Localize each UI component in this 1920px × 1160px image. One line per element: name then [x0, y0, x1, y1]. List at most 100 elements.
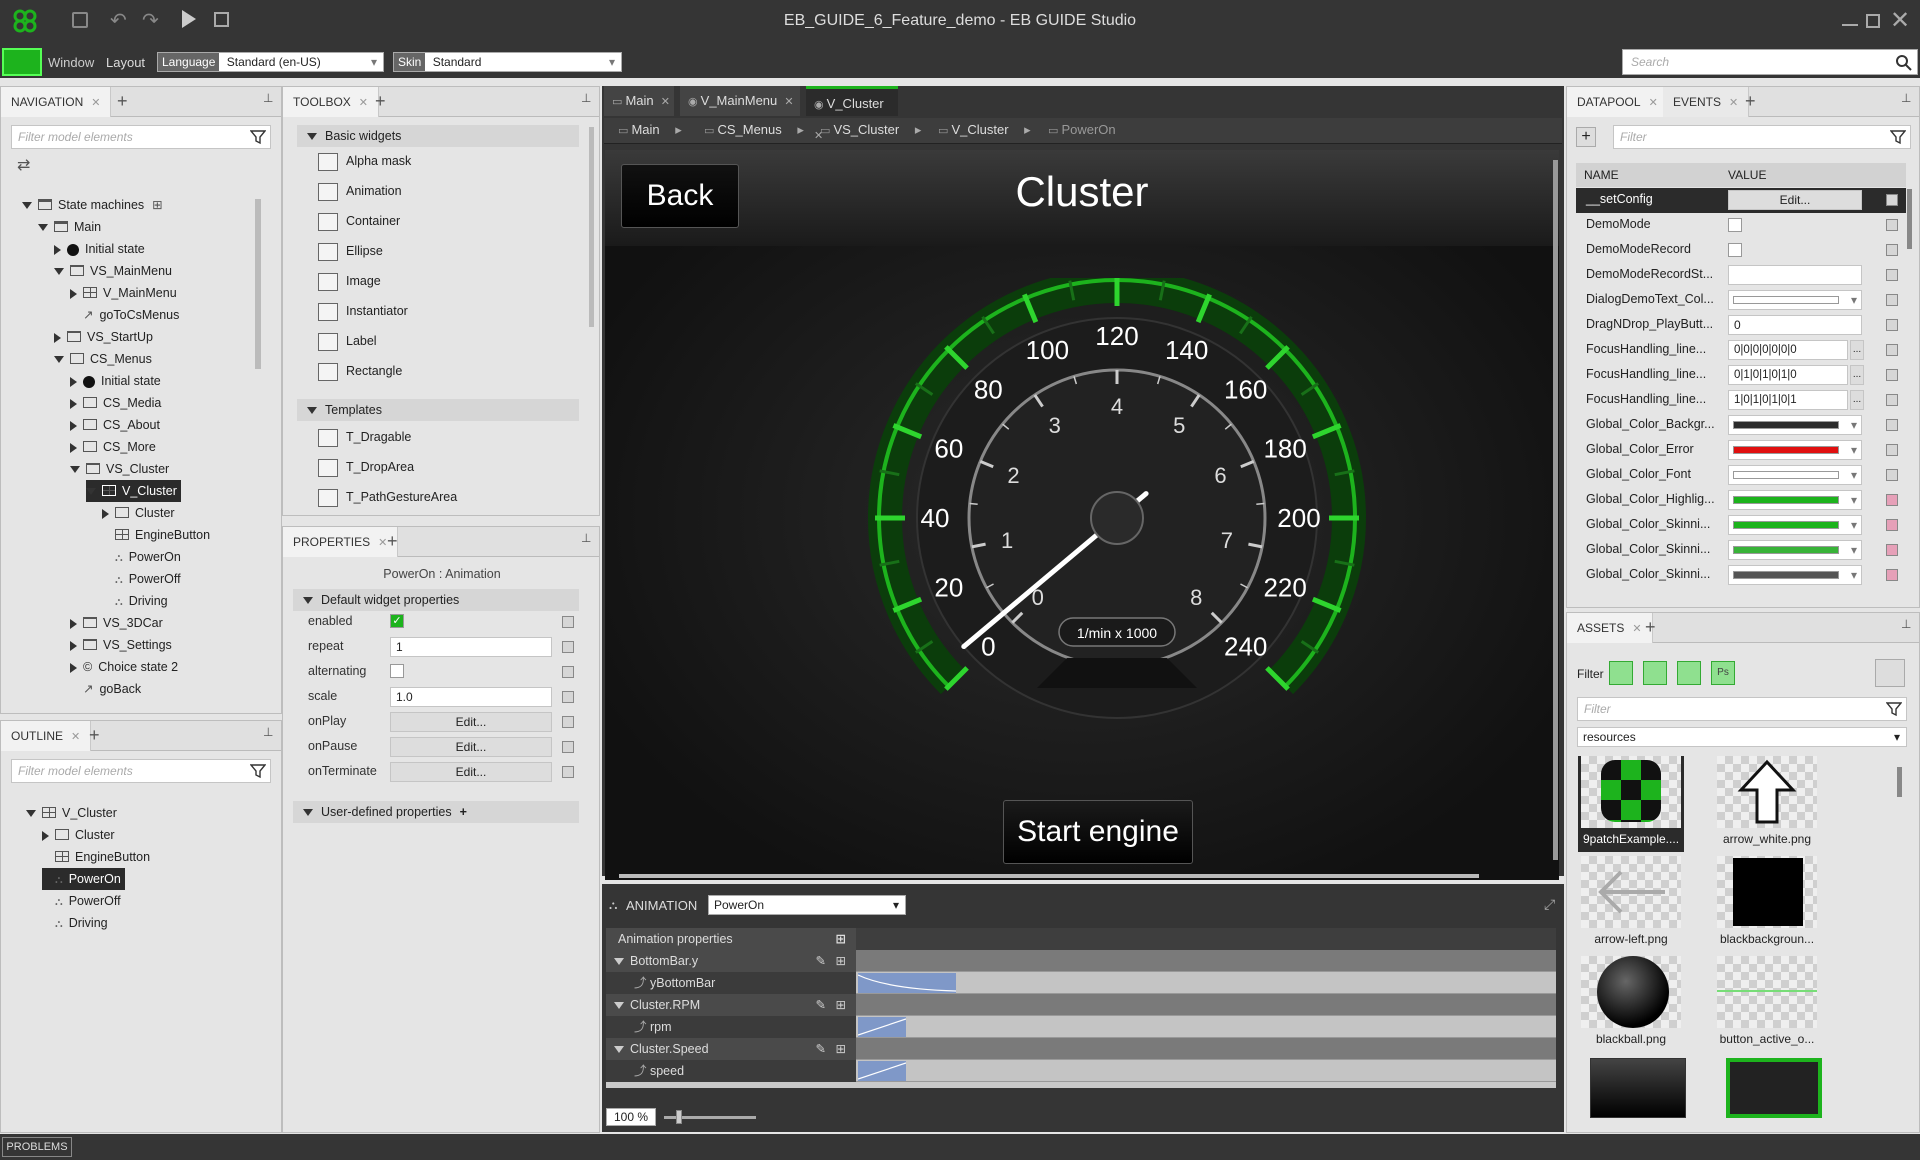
col-name[interactable]: NAME	[1584, 163, 1619, 187]
editor-tab-main[interactable]: ▭ Main ✕	[604, 86, 674, 116]
tab-navigation[interactable]: NAVIGATION ✕	[1, 87, 112, 117]
datapool-flag-icon[interactable]	[1886, 269, 1898, 281]
expand-right-icon[interactable]	[70, 376, 77, 387]
datapool-flag-icon[interactable]	[1886, 494, 1898, 506]
datapool-row[interactable]: Global_Color_Font ▾	[1576, 463, 1906, 488]
datapool-color-select[interactable]: ▾	[1728, 465, 1862, 485]
curve-segment[interactable]	[857, 1017, 907, 1037]
start-engine-button[interactable]: Start engine	[1003, 800, 1193, 864]
tab-assets[interactable]: ASSETS ✕	[1567, 613, 1653, 643]
toolbox-item[interactable]: T_Dragable	[318, 424, 411, 450]
templates-header[interactable]: Templates	[297, 399, 579, 421]
asset-item[interactable]: blackball.png	[1578, 956, 1684, 1052]
filter-icon[interactable]	[1890, 129, 1906, 145]
datapool-row[interactable]: DragNDrop_PlayButt... 0	[1576, 313, 1906, 338]
property-edit-button[interactable]: Edit...	[390, 762, 552, 782]
toolbox-item[interactable]: Image	[318, 268, 381, 294]
asset-item[interactable]: 9patchExample....	[1578, 756, 1684, 852]
col-value[interactable]: VALUE	[1728, 163, 1766, 187]
datapool-edit-button[interactable]: Edit...	[1728, 190, 1862, 210]
datapool-input[interactable]	[1728, 265, 1862, 285]
breadcrumb-item[interactable]: ▭ Main ▸	[618, 122, 682, 138]
problems-button[interactable]: PROBLEMS	[2, 1137, 72, 1157]
datapool-row[interactable]: FocusHandling_line... 0|0|0|0|0|0|0...	[1576, 338, 1906, 363]
tree-item[interactable]: ⛬ PowerOn	[102, 546, 185, 568]
pin-icon[interactable]: ⊥	[263, 91, 273, 105]
expand-right-icon[interactable]	[70, 420, 77, 431]
datapool-color-select[interactable]: ▾	[1728, 290, 1862, 310]
tab-properties[interactable]: PROPERTIES ✕	[283, 527, 399, 557]
breadcrumb-item[interactable]: ▭ PowerOn	[1048, 122, 1116, 137]
add-tab-icon[interactable]: +	[89, 725, 100, 746]
close-icon[interactable]: ✕	[359, 97, 368, 109]
datapool-color-select[interactable]: ▾	[1728, 490, 1862, 510]
breadcrumb-item[interactable]: ▭ CS_Menus ▸	[704, 122, 804, 138]
tab-datapool[interactable]: DATAPOOL ✕	[1567, 87, 1669, 117]
tree-item[interactable]: EngineButton	[42, 846, 154, 868]
add-datapool-item-button[interactable]: +	[1576, 127, 1596, 147]
close-icon[interactable]: ✕	[91, 97, 100, 109]
tree-item[interactable]: ⛬ PowerOn	[42, 868, 125, 890]
reset-property-icon[interactable]	[562, 741, 574, 753]
close-icon[interactable]: ✕	[1632, 623, 1641, 635]
toolbox-item[interactable]: Alpha mask	[318, 148, 411, 174]
add-tab-icon[interactable]: +	[1745, 91, 1756, 112]
editor-tab-v-cluster[interactable]: ◉ V_Cluster ✕	[806, 86, 898, 142]
zoom-slider-handle[interactable]	[676, 1110, 682, 1124]
tree-item[interactable]: V_Cluster	[26, 802, 121, 824]
expand-down-icon[interactable]	[54, 356, 64, 364]
maximize-icon[interactable]: ⤢	[1544, 896, 1555, 913]
datapool-row[interactable]: Global_Color_Highlig... ▾	[1576, 488, 1906, 513]
animation-row[interactable]: ⤴ rpm	[606, 1016, 856, 1038]
tree-item[interactable]: Cluster	[102, 502, 179, 524]
tree-item[interactable]: ↗ goToCsMenus	[70, 304, 183, 326]
filter-icon[interactable]	[250, 763, 266, 779]
minimize-icon[interactable]	[1842, 24, 1858, 26]
expand-right-icon[interactable]	[54, 244, 61, 255]
breadcrumb-item[interactable]: ▭ V_Cluster ▸	[938, 122, 1031, 138]
close-icon[interactable]: ✕	[1890, 6, 1910, 35]
toolbox-item[interactable]: T_DropArea	[318, 454, 414, 480]
timeline-track[interactable]	[856, 972, 1556, 994]
filter-meshes-icon[interactable]	[1677, 661, 1701, 685]
edit-icon[interactable]: ✎	[816, 994, 826, 1016]
datapool-color-select[interactable]: ▾	[1728, 565, 1862, 585]
datapool-flag-icon[interactable]	[1886, 344, 1898, 356]
reset-property-icon[interactable]	[562, 716, 574, 728]
default-props-header[interactable]: Default widget properties	[293, 589, 579, 611]
scrollbar[interactable]	[1907, 189, 1912, 249]
reset-property-icon[interactable]	[562, 766, 574, 778]
vertical-scrollbar[interactable]	[1553, 160, 1558, 860]
more-button[interactable]: ...	[1850, 390, 1864, 410]
datapool-flag-icon[interactable]	[1886, 369, 1898, 381]
edit-icon[interactable]: ✎	[816, 950, 826, 972]
datapool-color-select[interactable]: ▾	[1728, 440, 1862, 460]
more-button[interactable]: ...	[1850, 365, 1864, 385]
animation-row[interactable]: Cluster.RPM ✎ ⊞	[606, 994, 856, 1016]
filter-images-icon[interactable]	[1609, 661, 1633, 685]
datapool-flag-icon[interactable]	[1886, 419, 1898, 431]
add-property-icon[interactable]: +	[460, 805, 467, 819]
reset-property-icon[interactable]	[562, 666, 574, 678]
toolbox-item[interactable]: Container	[318, 208, 400, 234]
collapse-icon[interactable]	[614, 958, 624, 966]
expand-right-icon[interactable]	[54, 332, 61, 343]
add-tab-icon[interactable]: +	[117, 91, 128, 112]
link-icon[interactable]: ⇄	[17, 155, 30, 175]
pin-icon[interactable]: ⊥	[263, 725, 273, 739]
tree-item[interactable]: Main	[38, 216, 105, 238]
tree-item[interactable]: ⛬ PowerOff	[42, 890, 125, 912]
datapool-input[interactable]: 0	[1728, 315, 1862, 335]
datapool-flag-icon[interactable]	[1886, 544, 1898, 556]
skin-select[interactable]: Skin Standard ▾	[393, 52, 622, 72]
toolbox-item[interactable]: Ellipse	[318, 238, 383, 264]
tree-item[interactable]: VS_Settings	[70, 634, 176, 656]
timeline-track[interactable]	[856, 950, 1556, 972]
toolbox-item[interactable]: Animation	[318, 178, 402, 204]
add-state-machine-icon[interactable]: ⊞	[152, 198, 162, 212]
datapool-list-value[interactable]: 1|0|1|0|1|0|1	[1728, 390, 1848, 410]
navigation-filter-input[interactable]: Filter model elements	[11, 125, 271, 149]
search-input[interactable]: Search	[1622, 49, 1918, 75]
tree-item[interactable]: EngineButton	[102, 524, 214, 546]
datapool-color-select[interactable]: ▾	[1728, 515, 1862, 535]
